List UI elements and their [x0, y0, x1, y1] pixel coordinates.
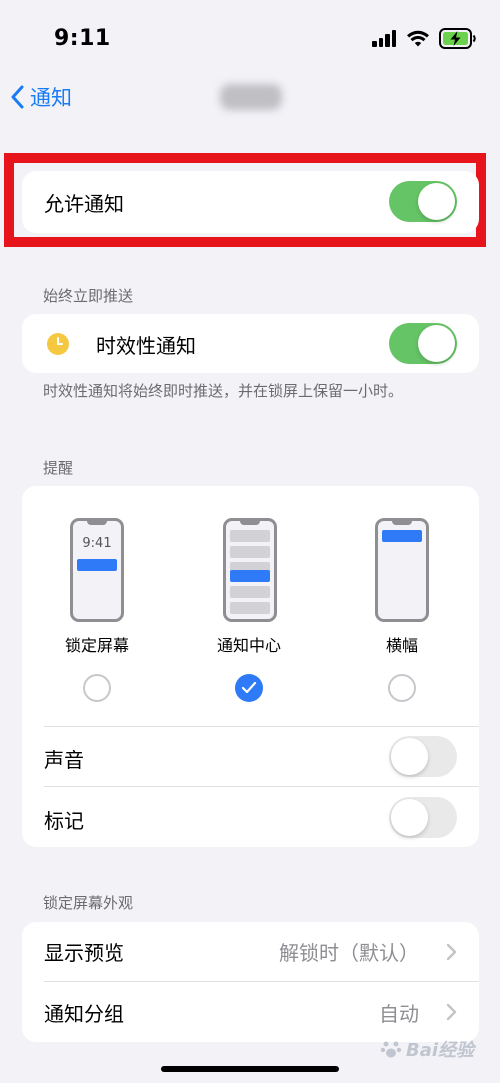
allow-notifications-row: 允许通知	[22, 171, 479, 233]
time-sensitive-toggle[interactable]	[389, 323, 457, 364]
watermark-text: Bai经验	[406, 1040, 475, 1061]
grouping-value: 自动	[379, 1001, 419, 1026]
baidu-jingyan-watermark: Bai经验	[380, 1033, 490, 1065]
sound-label: 声音	[44, 748, 84, 772]
chevron-right-icon	[446, 943, 457, 960]
allow-notifications-card: 允许通知	[22, 171, 479, 233]
chevron-left-icon	[11, 85, 24, 109]
lock-screen-preview[interactable]: 9:41	[70, 518, 124, 622]
show-previews-value: 解锁时（默认）	[279, 941, 419, 965]
style-label-notification-center: 通知中心	[216, 636, 281, 655]
lock-screen-appearance-card: 显示预览 解锁时（默认） 通知分组 自动	[22, 922, 479, 1042]
show-previews-row[interactable]: 显示预览 解锁时（默认）	[22, 922, 479, 981]
badge-toggle[interactable]	[389, 797, 457, 838]
checkmark-icon	[241, 681, 257, 694]
allow-notifications-label: 允许通知	[44, 191, 124, 216]
notification-center-preview[interactable]	[223, 518, 277, 622]
app-name-blurred	[220, 84, 282, 110]
section-header-lock-screen: 锁定屏幕外观	[43, 894, 134, 912]
status-time: 9:11	[54, 26, 111, 51]
radio-banner[interactable]	[388, 674, 416, 702]
radio-notification-center[interactable]	[235, 674, 263, 702]
paw-logo-icon	[380, 1041, 402, 1058]
wifi-icon	[407, 30, 429, 47]
allow-notifications-toggle[interactable]	[389, 181, 457, 222]
style-label-lock-screen: 锁定屏幕	[64, 636, 129, 655]
banner-preview[interactable]	[375, 518, 429, 622]
alerts-card: 9:41 锁定屏幕 通知中心 横幅 声音 标记	[22, 486, 479, 847]
divider	[44, 726, 479, 727]
clock-icon	[47, 333, 69, 355]
battery-charging-icon	[439, 28, 476, 49]
back-label: 通知	[30, 86, 72, 110]
section-header-immediate: 始终立即推送	[43, 287, 134, 305]
time-sensitive-card: 时效性通知	[22, 314, 479, 373]
back-button[interactable]: 通知	[10, 80, 72, 114]
time-sensitive-label: 时效性通知	[96, 334, 196, 358]
home-indicator	[161, 1066, 339, 1072]
badge-label: 标记	[44, 809, 84, 833]
time-sensitive-footnote: 时效性通知将始终即时推送，并在锁屏上保留一小时。	[43, 382, 404, 400]
divider	[44, 786, 479, 787]
chevron-right-icon	[446, 1003, 457, 1021]
grouping-label: 通知分组	[44, 1001, 124, 1026]
style-label-banner: 横幅	[385, 636, 418, 655]
lock-screen-preview-time: 9:41	[82, 536, 112, 551]
show-previews-label: 显示预览	[44, 941, 124, 965]
cellular-signal-icon	[372, 30, 398, 47]
radio-lock-screen[interactable]	[83, 674, 111, 702]
section-header-alerts: 提醒	[43, 459, 74, 477]
sound-toggle[interactable]	[389, 736, 457, 777]
